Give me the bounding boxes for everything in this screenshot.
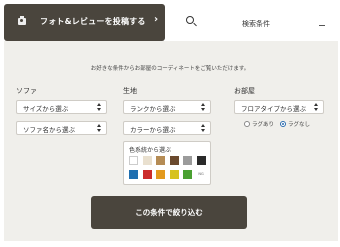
sofa-name-select-value: ソファ名から選ぶ <box>23 126 75 134</box>
select-arrows-icon <box>201 102 206 112</box>
search-conditions-title: 検索条件 <box>242 20 270 28</box>
swatch-light-brown[interactable] <box>156 156 165 165</box>
swatch-green[interactable] <box>183 170 192 179</box>
swatch-white[interactable] <box>129 156 138 165</box>
swatch-yellow[interactable] <box>169 170 179 179</box>
fabric-color-select-value: カラーから選ぶ <box>130 126 176 134</box>
select-arrows-icon <box>97 123 102 133</box>
collapse-icon[interactable] <box>319 25 325 26</box>
swatch-dark-brown[interactable] <box>169 156 179 165</box>
post-photo-review-label: フォト&レビューを投稿する <box>40 17 146 26</box>
intro-text: お好きな条件からお部屋のコーディネートをご覧いただけます。 <box>90 66 250 72</box>
fabric-label: 生地 <box>123 87 137 95</box>
search-conditions-header[interactable]: 検索条件 <box>174 4 338 41</box>
page: フォト&レビューを投稿する › 検索条件 お好きな条件からお部屋のコーディネート… <box>0 0 340 247</box>
select-arrows-icon <box>314 102 319 112</box>
swatch-black[interactable] <box>196 156 206 165</box>
chevron-right-icon: › <box>154 14 159 25</box>
rug-without-radio[interactable]: ラグなし <box>280 120 310 128</box>
swatch-other[interactable]: NG <box>196 170 206 179</box>
swatch-beige[interactable] <box>142 156 152 165</box>
sofa-size-select[interactable]: サイズから選ぶ <box>16 100 107 114</box>
room-floor-select-value: フロアタイプから選ぶ <box>241 105 306 113</box>
sofa-name-select[interactable]: ソファ名から選ぶ <box>16 121 107 135</box>
swatch-red[interactable] <box>142 170 152 179</box>
fabric-rank-select[interactable]: ランクから選ぶ <box>123 100 211 114</box>
radio-button-selected[interactable] <box>280 121 286 127</box>
camera-icon <box>18 16 26 25</box>
rug-with-radio[interactable]: ラグあり <box>244 120 274 128</box>
sofa-size-select-value: サイズから選ぶ <box>23 105 69 113</box>
color-family-title: 色系統から選ぶ <box>129 147 172 154</box>
swatch-gray[interactable] <box>183 156 192 165</box>
room-floor-select[interactable]: フロアタイプから選ぶ <box>234 100 324 114</box>
select-arrows-icon <box>201 123 206 133</box>
fabric-rank-select-value: ランクから選ぶ <box>130 105 176 113</box>
color-family-box: 色系統から選ぶ NG <box>123 141 211 185</box>
fabric-color-select[interactable]: カラーから選ぶ <box>123 121 211 135</box>
room-label: お部屋 <box>234 87 255 95</box>
swatch-orange[interactable] <box>156 170 165 179</box>
post-photo-review-button[interactable]: フォト&レビューを投稿する › <box>4 4 165 41</box>
rug-with-label: ラグあり <box>252 122 275 128</box>
apply-filter-button[interactable]: この条件で絞り込む <box>91 196 247 229</box>
select-arrows-icon <box>97 102 102 112</box>
swatch-blue[interactable] <box>129 170 138 179</box>
rug-without-label: ラグなし <box>288 122 311 128</box>
radio-button[interactable] <box>244 121 250 127</box>
sofa-label: ソファ <box>16 87 37 95</box>
